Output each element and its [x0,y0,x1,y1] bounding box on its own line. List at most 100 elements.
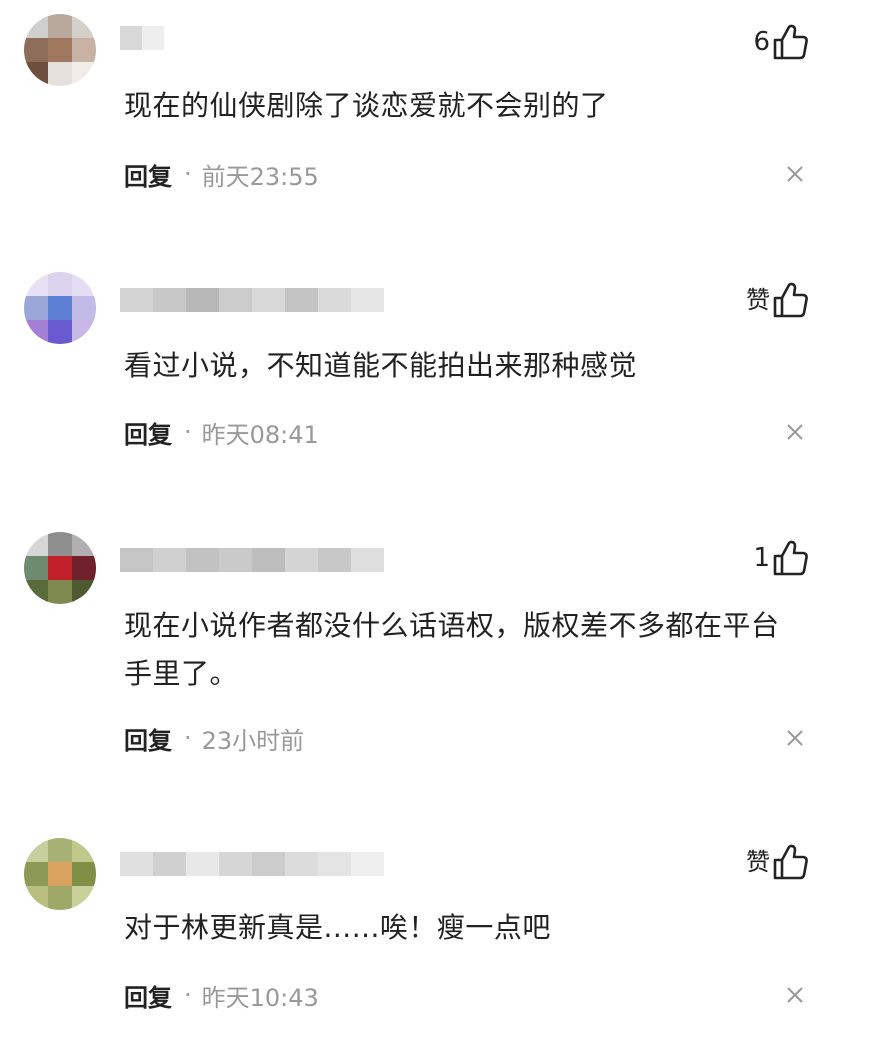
avatar-pixel [24,14,48,38]
username-pixel [186,548,219,572]
username[interactable] [120,852,384,876]
avatar-pixel [72,38,96,62]
comment-meta: 回复 · 23小时前 [124,721,304,755]
username-pixel [219,548,252,572]
timestamp: 23小时前 [201,726,305,755]
avatar-pixel [48,862,72,886]
thumbs-up-icon[interactable] [772,23,808,61]
username-pixel [120,852,153,876]
close-icon[interactable] [784,421,806,443]
like-button[interactable]: 赞 [746,280,808,320]
username-pixel [120,288,153,312]
separator-dot: · [184,724,192,752]
reply-button[interactable]: 回复 [124,721,172,756]
thumbs-up-icon[interactable] [772,281,808,319]
avatar[interactable] [24,532,96,604]
thumbs-up-icon[interactable] [772,539,808,577]
avatar-pixel [24,556,48,580]
avatar-pixel [24,272,48,296]
avatar-pixel [48,38,72,62]
username-pixel [120,26,142,50]
like-count: 赞 [746,848,770,876]
avatar[interactable] [24,838,96,910]
comment-meta: 回复 · 昨天10:43 [124,978,319,1012]
timestamp: 前天23:55 [201,162,319,191]
avatar-pixel [48,62,72,86]
username-pixel [351,288,384,312]
avatar-pixel [48,320,72,344]
avatar-pixel [72,556,96,580]
username-pixel [153,852,186,876]
username-pixel [252,288,285,312]
avatar-pixel [24,532,48,556]
username-pixel [252,852,285,876]
close-icon[interactable] [784,984,806,1006]
avatar-pixel [72,838,96,862]
username-pixel [318,852,351,876]
avatar-pixel [24,838,48,862]
comment-text: 对于林更新真是......唉！瘦一点吧 [124,911,551,944]
username[interactable] [120,26,164,50]
comment-text: 看过小说，不知道能不能拍出来那种感觉 [124,349,638,382]
timestamp: 昨天10:43 [201,983,319,1012]
timestamp: 昨天08:41 [201,420,319,449]
username-pixel [351,548,384,572]
close-icon[interactable] [784,163,806,185]
avatar-pixel [48,580,72,604]
username-pixel [219,852,252,876]
username-pixel [120,548,153,572]
avatar-pixel [48,556,72,580]
separator-dot: · [184,981,192,1009]
avatar-pixel [48,838,72,862]
avatar-pixel [48,14,72,38]
avatar-pixel [24,62,48,86]
username-pixel [252,548,285,572]
like-button[interactable]: 赞 [746,842,808,882]
avatar[interactable] [24,272,96,344]
avatar-pixel [72,532,96,556]
comment-text: 现在小说作者都没什么话语权，版权差不多都在平台手里了。 [124,609,780,690]
avatar-pixel [72,296,96,320]
username-pixel [318,548,351,572]
username-pixel [186,288,219,312]
username-pixel [142,26,164,50]
username-pixel [153,288,186,312]
username-pixel [219,288,252,312]
username-pixel [351,852,384,876]
avatar-pixel [48,532,72,556]
avatar-pixel [72,62,96,86]
avatar-pixel [72,14,96,38]
like-button[interactable]: 1 [753,538,808,578]
avatar-pixel [72,862,96,886]
separator-dot: · [184,160,192,188]
avatar-pixel [24,320,48,344]
like-count: 6 [753,27,770,57]
avatar-pixel [24,886,48,910]
username-pixel [153,548,186,572]
username-pixel [285,288,318,312]
like-count: 1 [753,543,770,573]
avatar-pixel [72,886,96,910]
comment-text: 现在的仙侠剧除了谈恋爱就不会别的了 [124,89,609,122]
close-icon[interactable] [784,727,806,749]
like-button[interactable]: 6 [753,22,808,62]
avatar-pixel [72,320,96,344]
username-pixel [285,852,318,876]
avatar-pixel [24,296,48,320]
reply-button[interactable]: 回复 [124,978,172,1013]
thumbs-up-icon[interactable] [772,843,808,881]
separator-dot: · [184,418,192,446]
avatar-pixel [48,272,72,296]
avatar-pixel [24,580,48,604]
avatar-pixel [48,296,72,320]
username-pixel [318,288,351,312]
username-pixel [285,548,318,572]
reply-button[interactable]: 回复 [124,415,172,450]
comment-meta: 回复 · 前天23:55 [124,157,319,191]
username[interactable] [120,288,384,312]
avatar[interactable] [24,14,96,86]
reply-button[interactable]: 回复 [124,157,172,192]
avatar-pixel [72,580,96,604]
username[interactable] [120,548,384,572]
like-count: 赞 [746,286,770,314]
